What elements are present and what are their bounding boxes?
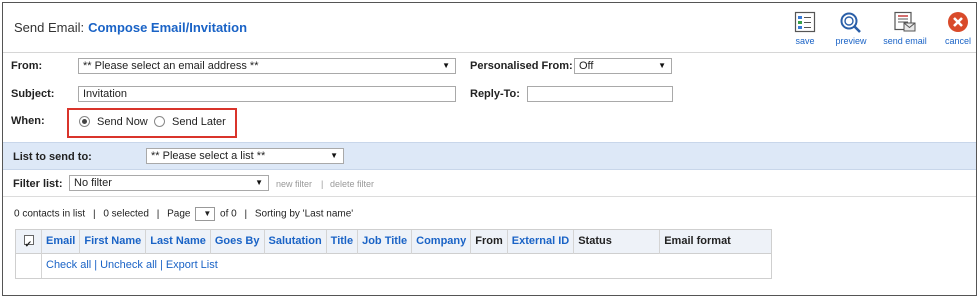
column-job-title[interactable]: Job Title	[358, 230, 413, 254]
send-later-radio[interactable]	[154, 116, 165, 127]
list-select-bar: List to send to: ** Please select a list…	[3, 142, 976, 170]
new-filter-link[interactable]: new filter	[276, 179, 312, 189]
contacts-table: Email First Name Last Name Goes By Salut…	[15, 229, 772, 279]
column-salutation[interactable]: Salutation	[265, 230, 327, 254]
send-later-label[interactable]: Send Later	[172, 116, 226, 128]
from-label: From:	[11, 60, 43, 72]
divider: |	[92, 208, 96, 220]
reply-to-label: Reply-To:	[470, 88, 520, 100]
chevron-down-icon: ▼	[330, 151, 338, 160]
divider: |	[159, 259, 163, 271]
list-select-value: ** Please select a list **	[151, 150, 266, 162]
table-header: Email First Name Last Name Goes By Salut…	[16, 230, 771, 256]
from-select-value: ** Please select an email address **	[83, 60, 259, 72]
save-icon	[794, 11, 816, 33]
select-all-checkbox-cell	[16, 230, 42, 256]
cancel-button[interactable]: cancel	[941, 11, 975, 46]
preview-button[interactable]: preview	[829, 11, 873, 46]
send-now-radio[interactable]	[79, 116, 90, 127]
send-email-label: send email	[883, 36, 927, 46]
divider: |	[94, 259, 98, 271]
sorting-info: Sorting by 'Last name'	[254, 208, 354, 220]
panel-header: Send Email: Compose Email/Invitation save…	[3, 3, 976, 53]
from-select[interactable]: ** Please select an email address ** ▼	[78, 58, 456, 74]
cancel-label: cancel	[944, 36, 971, 46]
chevron-down-icon: ▼	[658, 61, 666, 70]
personalised-from-label: Personalised From:	[470, 60, 573, 72]
column-from: From	[471, 230, 508, 254]
preview-label: preview	[835, 36, 867, 46]
subject-field-value: Invitation	[83, 88, 128, 100]
send-email-panel: Send Email: Compose Email/Invitation save…	[2, 2, 977, 296]
column-external-id[interactable]: External ID	[508, 230, 575, 254]
select-all-checkbox[interactable]	[23, 233, 34, 256]
footer-spacer	[16, 254, 42, 278]
contacts-count: 0 contacts in list	[14, 208, 86, 220]
filter-select-value: No filter	[74, 177, 112, 189]
save-label: save	[795, 36, 815, 46]
chevron-down-icon: ▼	[203, 209, 212, 218]
send-email-button[interactable]: send email	[881, 11, 929, 46]
page-title: Send Email: Compose Email/Invitation	[14, 20, 247, 35]
column-first-name[interactable]: First Name	[80, 230, 147, 254]
column-company[interactable]: Company	[412, 230, 472, 254]
column-email[interactable]: Email	[42, 230, 81, 254]
page-subtitle: Compose Email/Invitation	[88, 20, 248, 35]
list-label: List to send to:	[13, 151, 92, 163]
table-footer: Check all | Uncheck all | Export List	[16, 254, 771, 278]
personalised-from-value: Off	[579, 60, 594, 72]
personalised-from-select[interactable]: Off ▼	[574, 58, 672, 74]
list-select[interactable]: ** Please select a list ** ▼	[146, 148, 344, 164]
subject-field[interactable]: Invitation	[78, 86, 456, 102]
status-bar: 0 contacts in list | 0 selected | Page ▼…	[14, 207, 353, 221]
selected-count: 0 selected	[103, 208, 149, 220]
chevron-down-icon: ▼	[255, 178, 263, 187]
save-button[interactable]: save	[785, 11, 825, 46]
divider: |	[156, 208, 160, 220]
send-now-label[interactable]: Send Now	[97, 116, 148, 128]
filter-select[interactable]: No filter ▼	[69, 175, 269, 191]
column-last-name[interactable]: Last Name	[146, 230, 211, 254]
page-total: of 0	[220, 208, 237, 220]
cancel-icon	[948, 12, 968, 32]
reply-to-field[interactable]	[527, 86, 673, 102]
column-title[interactable]: Title	[327, 230, 359, 254]
page-title-label: Send Email:	[14, 20, 85, 35]
preview-icon	[840, 12, 861, 33]
send-email-icon	[894, 11, 916, 32]
check-all-link[interactable]: Check all	[46, 259, 91, 271]
subject-label: Subject:	[11, 88, 55, 100]
filter-label: Filter list:	[13, 178, 63, 190]
divider: |	[244, 208, 248, 220]
divider	[3, 196, 976, 197]
filter-divider: |	[321, 179, 324, 189]
column-goes-by[interactable]: Goes By	[211, 230, 265, 254]
column-status: Status	[574, 230, 661, 254]
chevron-down-icon: ▼	[442, 61, 450, 70]
when-label: When:	[11, 115, 45, 127]
page-select[interactable]: ▼	[195, 207, 216, 221]
page-label: Page	[167, 208, 191, 220]
delete-filter-link[interactable]: delete filter	[330, 179, 374, 189]
uncheck-all-link[interactable]: Uncheck all	[100, 259, 157, 271]
column-email-format: Email format	[664, 235, 731, 247]
export-list-link[interactable]: Export List	[166, 259, 218, 271]
